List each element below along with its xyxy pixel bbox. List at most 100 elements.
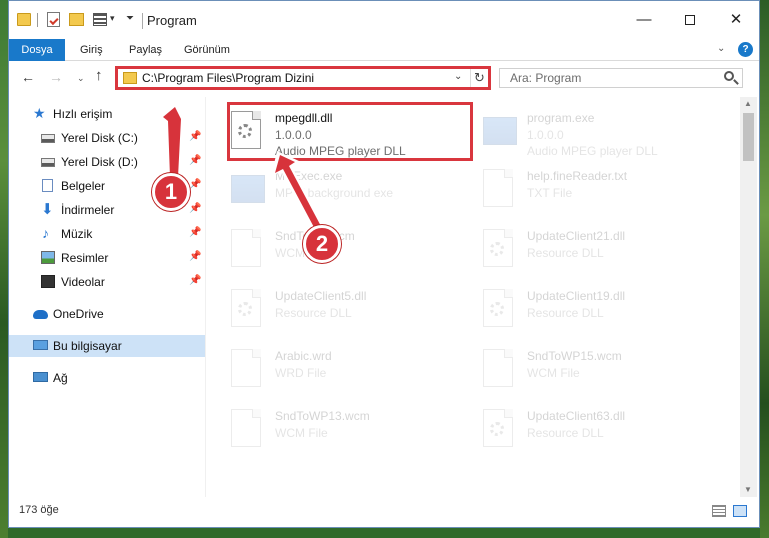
tab-file[interactable]: Dosya xyxy=(9,39,65,61)
pin-icon[interactable]: 📌 xyxy=(189,179,201,190)
sidebar-item-music[interactable]: ♪ Müzik 📌 xyxy=(9,223,205,245)
file-item[interactable]: UpdateClient19.dll Resource DLL xyxy=(479,279,719,333)
up-arrow-icon[interactable]: ↑ xyxy=(95,67,103,84)
new-folder-icon[interactable] xyxy=(69,13,84,26)
sidebar-item-label: İndirmeler xyxy=(61,203,115,217)
drive-icon xyxy=(41,134,55,143)
sidebar-item-this-pc[interactable]: Bu bilgisayar xyxy=(9,335,205,357)
file-type: Resource DLL xyxy=(527,426,604,440)
item-count: 173 öğe xyxy=(19,504,59,516)
close-button[interactable]: ✕ xyxy=(713,1,759,39)
sidebar-item-label: OneDrive xyxy=(53,307,104,321)
address-path[interactable]: C:\Program Files\Program Dizini xyxy=(142,71,314,85)
file-name: SndToWP15.wcm xyxy=(527,349,622,363)
file-item[interactable]: Arabic.wrd WRD File xyxy=(227,339,467,393)
file-item[interactable]: MPExec.exe MPW background exe xyxy=(227,159,467,213)
file-item[interactable]: SndToWP13.wcm WCM File xyxy=(227,399,467,453)
music-icon: ♪ xyxy=(42,225,49,241)
maximize-button[interactable] xyxy=(667,1,713,39)
file-name: program.exe xyxy=(527,111,595,125)
sidebar-item-label: Müzik xyxy=(61,227,93,241)
text-file-icon xyxy=(483,169,519,209)
file-item[interactable]: UpdateClient5.dll Resource DLL xyxy=(227,279,467,333)
sidebar-item-label: Ağ xyxy=(53,371,68,385)
exe-file-icon xyxy=(231,169,267,209)
sidebar-item-onedrive[interactable]: OneDrive xyxy=(9,303,205,325)
title-bar: ▾ ⏷ Program — ✕ xyxy=(9,1,759,39)
sidebar-item-label: Yerel Disk (D:) xyxy=(61,155,138,169)
pin-icon[interactable]: 📌 xyxy=(189,131,201,142)
tab-home[interactable]: Giriş xyxy=(70,39,113,61)
sidebar-item-label: Resimler xyxy=(61,251,109,265)
sidebar-item-disk-d[interactable]: Yerel Disk (D:) 📌 xyxy=(9,151,205,173)
refresh-icon[interactable]: ↻ xyxy=(470,69,488,87)
sidebar-item-label: Hızlı erişim xyxy=(53,107,113,121)
file-item[interactable]: UpdateClient63.dll Resource DLL xyxy=(479,399,719,453)
pane-divider[interactable] xyxy=(205,97,206,497)
file-name: help.fineReader.txt xyxy=(527,169,628,183)
scroll-down-icon[interactable]: ▼ xyxy=(744,485,752,494)
file-item[interactable]: SndToWP15.wcm WCM File xyxy=(479,339,719,393)
chevron-down-icon[interactable]: ▾ xyxy=(110,13,115,31)
expand-ribbon-icon[interactable]: ⌄ xyxy=(717,43,725,54)
forward-arrow-icon[interactable]: → xyxy=(49,69,63,85)
step-2-badge: 2 xyxy=(303,225,341,263)
file-highlight-box xyxy=(227,102,473,161)
file-type: WCM File xyxy=(527,366,580,380)
pin-icon[interactable]: 📌 xyxy=(189,227,201,238)
pin-icon[interactable]: 📌 xyxy=(189,155,201,166)
minimize-icon: — xyxy=(636,11,652,28)
pin-icon[interactable]: 📌 xyxy=(189,203,201,214)
file-item[interactable]: program.exe 1.0.0.0 Audio MPEG player DL… xyxy=(479,101,719,158)
computer-icon xyxy=(33,340,48,350)
search-icon[interactable] xyxy=(724,71,734,81)
file-type: Resource DLL xyxy=(275,306,352,320)
sidebar-item-network[interactable]: Ağ xyxy=(9,367,205,389)
dll-file-icon xyxy=(483,409,519,449)
customize-toolbar-icon[interactable]: ⏷ xyxy=(126,13,134,31)
back-arrow-icon[interactable]: ← xyxy=(21,69,35,85)
generic-file-icon xyxy=(231,229,267,269)
view-icon[interactable] xyxy=(93,13,107,26)
sidebar-item-disk-c[interactable]: Yerel Disk (C:) 📌 xyxy=(9,127,205,149)
desktop-wallpaper-left xyxy=(0,0,8,538)
pin-icon[interactable]: 📌 xyxy=(189,275,201,286)
recent-locations-icon[interactable]: ⌄ xyxy=(77,73,85,84)
file-item[interactable]: SndToWP.wcm WCM File xyxy=(227,219,467,273)
pictures-icon xyxy=(41,251,55,264)
file-item[interactable]: help.fineReader.txt TXT File xyxy=(479,159,719,213)
drive-icon xyxy=(41,158,55,167)
file-name: UpdateClient5.dll xyxy=(275,289,367,303)
file-type: Resource DLL xyxy=(527,246,604,260)
sidebar-item-pictures[interactable]: Resimler 📌 xyxy=(9,247,205,269)
tab-share[interactable]: Paylaş xyxy=(119,39,172,61)
tab-view[interactable]: Görünüm xyxy=(174,39,240,61)
minimize-button[interactable]: — xyxy=(621,1,667,39)
generic-file-icon xyxy=(231,349,267,389)
sidebar-item-quick-access[interactable]: ★ Hızlı erişim xyxy=(9,103,205,125)
search-placeholder: Ara: Program xyxy=(510,71,582,85)
help-icon[interactable]: ? xyxy=(738,42,753,57)
file-name: SndToWP13.wcm xyxy=(275,409,370,423)
properties-icon[interactable] xyxy=(47,12,60,27)
sidebar-item-label: Videolar xyxy=(61,275,105,289)
search-input[interactable]: Ara: Program xyxy=(499,68,743,88)
dll-file-icon xyxy=(483,229,519,269)
generic-file-icon xyxy=(483,349,519,389)
tiles-view-icon[interactable] xyxy=(733,505,747,517)
address-bar[interactable]: C:\Program Files\Program Dizini ⌄ ↻ xyxy=(115,66,491,90)
pin-icon[interactable]: 📌 xyxy=(189,251,201,262)
sidebar-item-videos[interactable]: Videolar 📌 xyxy=(9,271,205,293)
chevron-down-icon[interactable]: ⌄ xyxy=(454,71,462,82)
vertical-scrollbar[interactable]: ▲ ▼ xyxy=(740,97,757,497)
details-view-icon[interactable] xyxy=(712,505,726,517)
file-name: UpdateClient21.dll xyxy=(527,229,626,243)
file-type: TXT File xyxy=(527,186,573,200)
network-icon xyxy=(33,372,48,382)
file-item[interactable]: UpdateClient21.dll Resource DLL xyxy=(479,219,719,273)
dll-file-icon xyxy=(231,289,267,329)
scroll-thumb[interactable] xyxy=(743,113,754,161)
window-title: Program xyxy=(147,13,197,28)
generic-file-icon xyxy=(231,409,267,449)
scroll-up-icon[interactable]: ▲ xyxy=(744,99,752,108)
